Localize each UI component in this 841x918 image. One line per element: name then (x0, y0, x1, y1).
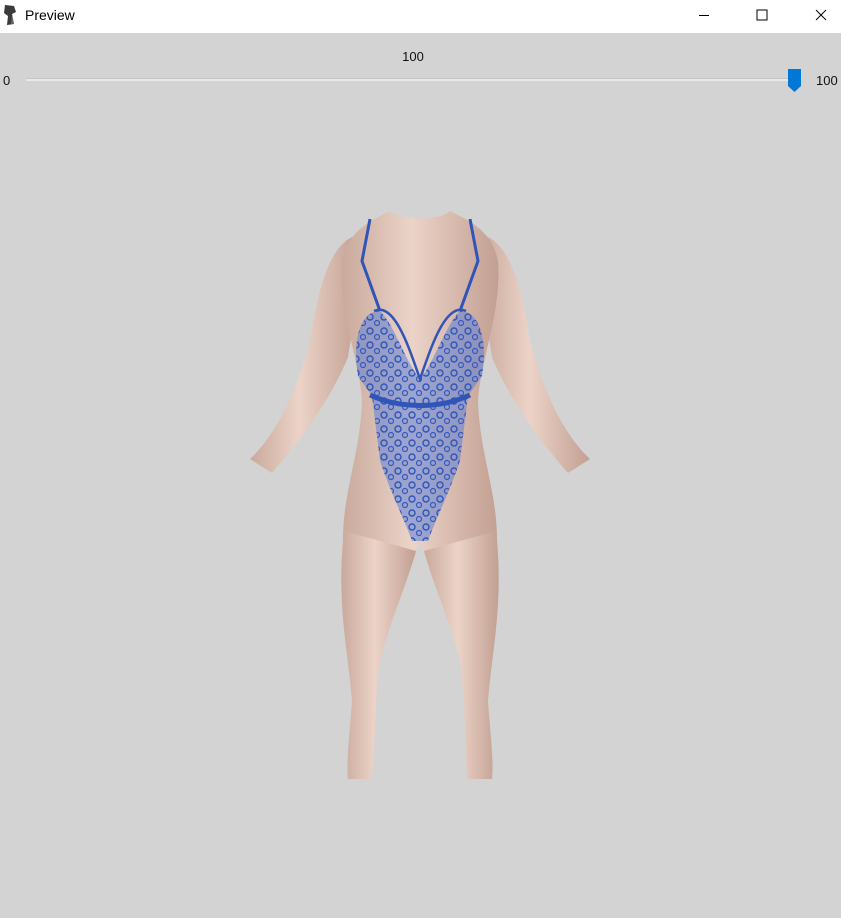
minimize-button[interactable] (675, 0, 733, 30)
app-icon (4, 5, 16, 25)
window-title: Preview (25, 7, 75, 23)
close-button[interactable] (792, 0, 841, 30)
slider-min-label: 0 (3, 73, 11, 88)
body-model-preview (250, 211, 590, 779)
title-bar: Preview (0, 0, 841, 33)
slider-track[interactable] (26, 78, 794, 81)
preview-area: 100 0 100 (0, 33, 841, 918)
slider-max-label: 100 (816, 73, 838, 88)
slider-value-label: 100 (402, 49, 424, 64)
maximize-icon (756, 9, 768, 21)
minimize-icon (699, 15, 709, 16)
close-icon (815, 9, 827, 21)
slider-thumb[interactable] (787, 68, 802, 93)
maximize-button[interactable] (733, 0, 791, 30)
